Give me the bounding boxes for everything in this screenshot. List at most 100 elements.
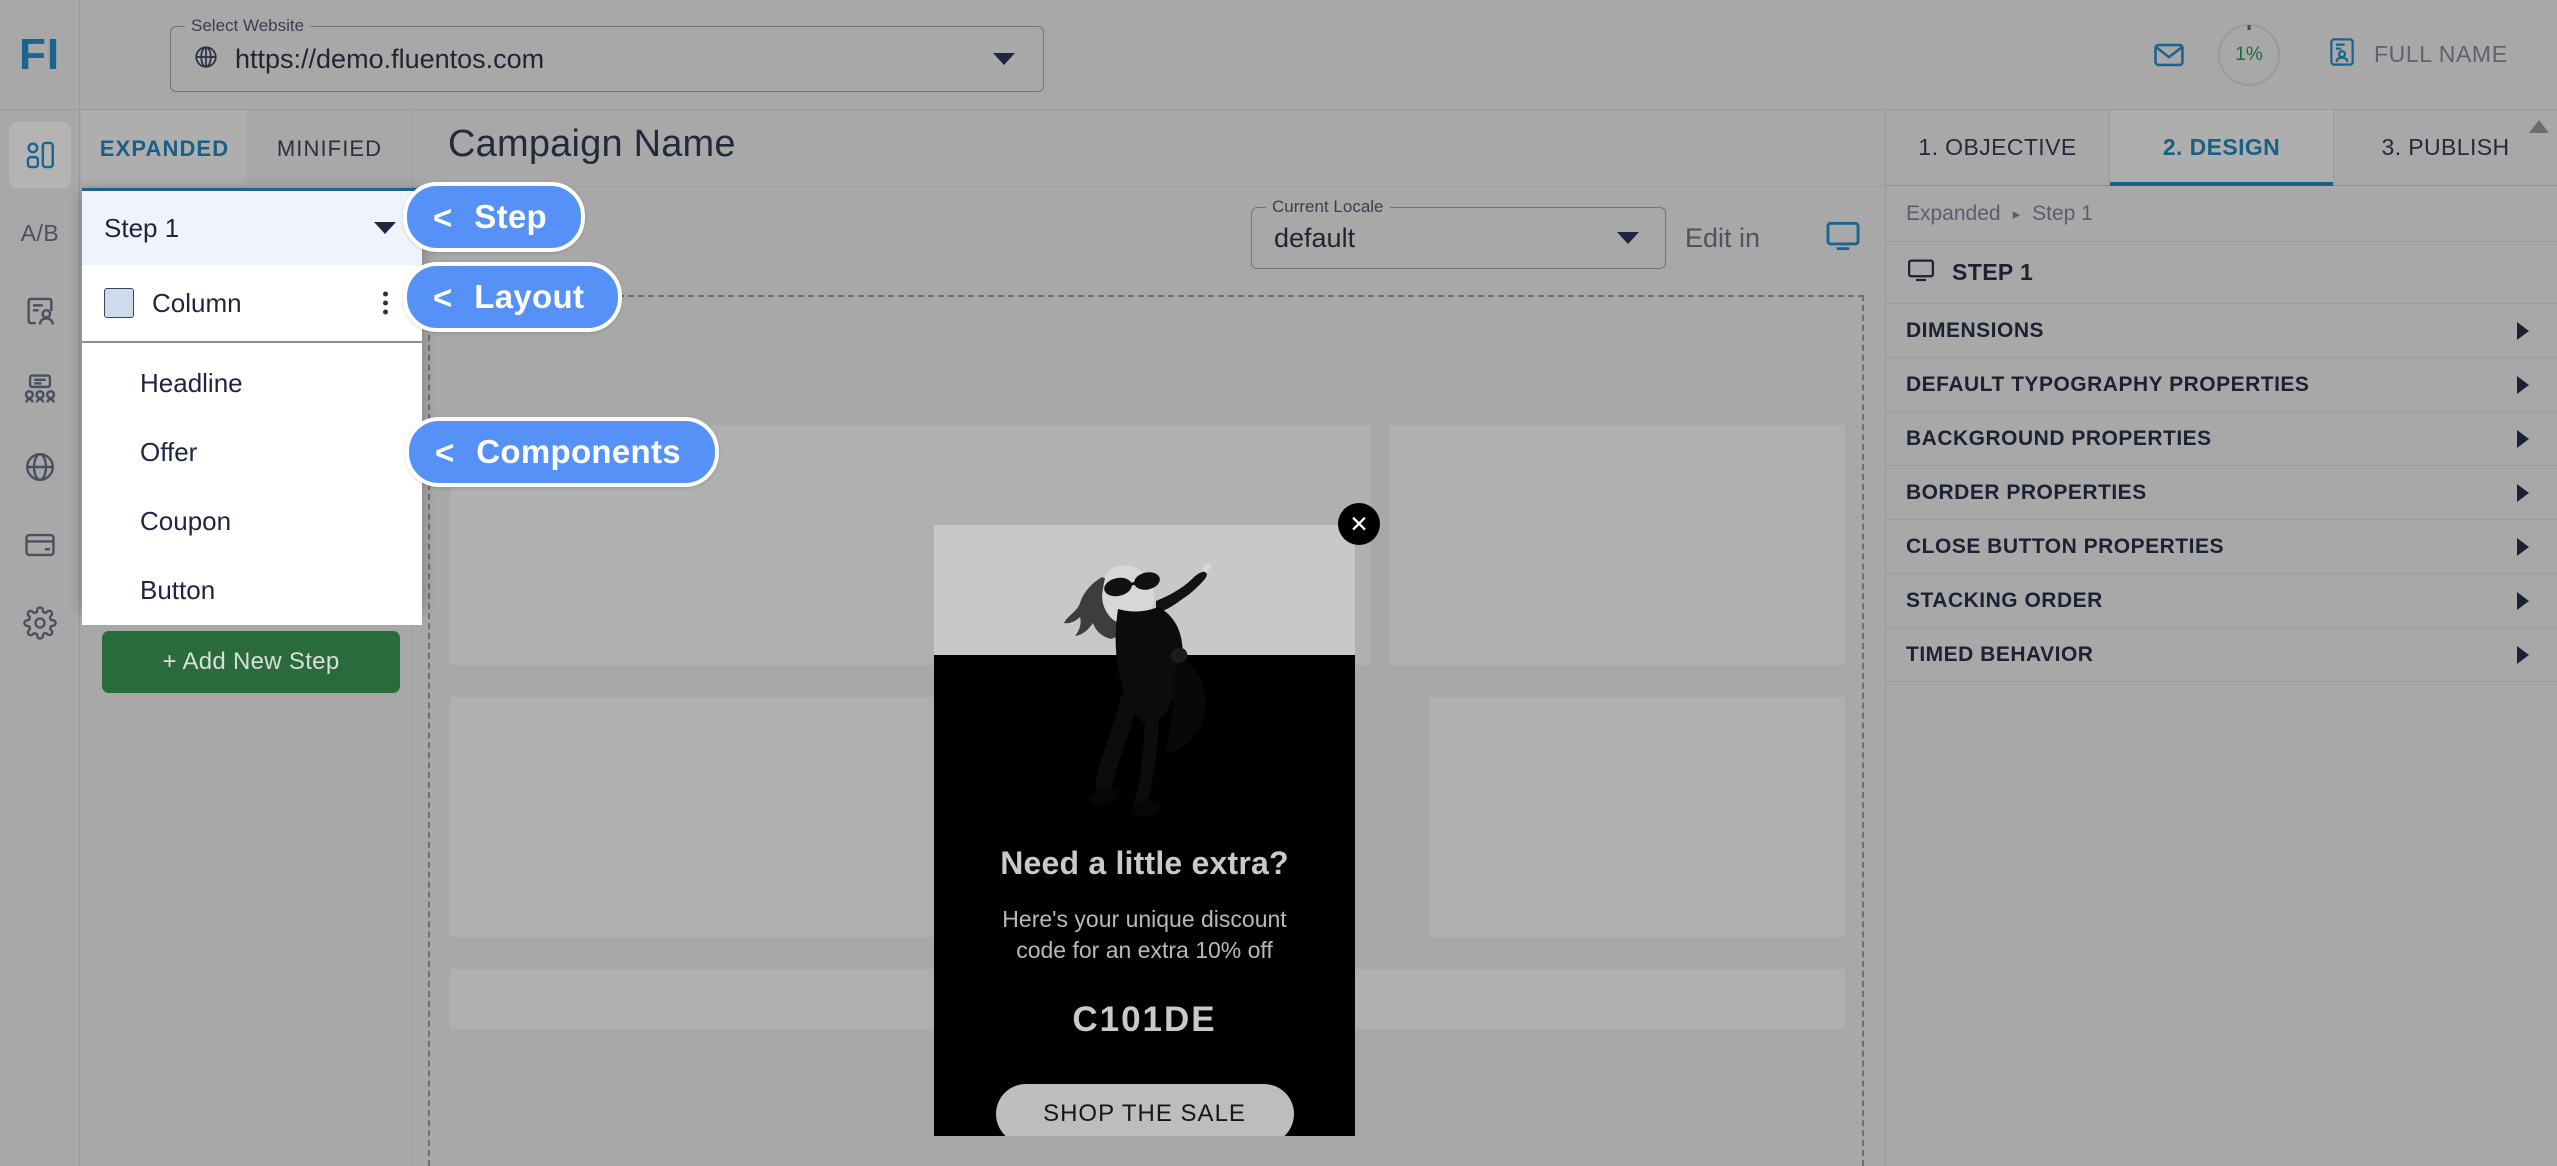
step-select-value: Step 1 bbox=[104, 212, 180, 243]
add-new-step-button[interactable]: + Add New Step bbox=[102, 631, 400, 693]
close-icon[interactable]: ✕ bbox=[1338, 503, 1380, 545]
sidebar-item-ab-test[interactable]: A/B bbox=[0, 200, 80, 266]
edit-in-label: Edit in bbox=[1685, 223, 1761, 253]
chevron-right-icon bbox=[2517, 375, 2529, 394]
breadcrumb-separator: ▸ bbox=[2012, 205, 2021, 223]
progress-tick bbox=[2247, 24, 2251, 30]
chevron-right-icon bbox=[2517, 537, 2529, 556]
component-item-coupon[interactable]: Coupon bbox=[82, 487, 422, 556]
chevron-right-icon bbox=[2517, 321, 2529, 340]
chevron-left-icon: < bbox=[435, 433, 455, 471]
website-select-legend: Select Website bbox=[185, 16, 311, 36]
wizard-tabs: 1. OBJECTIVE 2. DESIGN 3. PUBLISH bbox=[1886, 110, 2557, 186]
callout-label: Layout bbox=[474, 278, 585, 315]
gear-icon bbox=[23, 606, 57, 640]
component-item-offer[interactable]: Offer bbox=[82, 418, 422, 487]
sidebar-item-billing[interactable] bbox=[0, 512, 80, 578]
section-label: DIMENSIONS bbox=[1906, 318, 2045, 342]
layer-item-label: Column bbox=[152, 287, 242, 318]
section-label: CLOSE BUTTON PROPERTIES bbox=[1906, 534, 2224, 558]
tab-minified[interactable]: MINIFIED bbox=[247, 111, 412, 186]
step-select[interactable]: Step 1 bbox=[82, 191, 422, 265]
component-item-label: Button bbox=[140, 575, 216, 605]
model-photo bbox=[1064, 563, 1212, 818]
desktop-view-button[interactable] bbox=[1824, 217, 1862, 260]
section-dimensions[interactable]: DIMENSIONS bbox=[1886, 304, 2557, 358]
chevron-right-icon bbox=[2517, 483, 2529, 502]
sidebar-item-segments[interactable] bbox=[0, 356, 80, 422]
section-default-typography-properties[interactable]: DEFAULT TYPOGRAPHY PROPERTIES bbox=[1886, 358, 2557, 412]
chevron-down-icon[interactable] bbox=[374, 222, 396, 234]
section-border-properties[interactable]: BORDER PROPERTIES bbox=[1886, 466, 2557, 520]
tab-expanded[interactable]: EXPANDED bbox=[82, 111, 247, 186]
properties-panel: 1. OBJECTIVE 2. DESIGN 3. PUBLISH Expand… bbox=[1885, 110, 2557, 1166]
section-label: TIMED BEHAVIOR bbox=[1906, 642, 2094, 666]
chevron-down-icon[interactable] bbox=[1617, 232, 1639, 244]
locale-select-value: default bbox=[1274, 222, 1356, 253]
callout-label: Step bbox=[474, 198, 547, 235]
section-label: BORDER PROPERTIES bbox=[1906, 480, 2147, 504]
app-logo[interactable]: FI bbox=[0, 0, 79, 110]
tab-design[interactable]: 2. DESIGN bbox=[2109, 110, 2334, 186]
creative-preview[interactable]: Need a little extra? Here's your unique … bbox=[934, 525, 1355, 1136]
step-header: STEP 1 bbox=[1886, 242, 2557, 304]
callout-layout[interactable]: < Layout bbox=[403, 262, 623, 332]
sidebar-item-settings[interactable] bbox=[0, 590, 80, 656]
more-options-icon[interactable] bbox=[383, 291, 388, 315]
header-right: 1% FULL NAME bbox=[1885, 0, 2557, 110]
callout-components[interactable]: < Components bbox=[405, 417, 719, 487]
chevron-right-icon bbox=[2517, 591, 2529, 610]
user-name: FULL NAME bbox=[2374, 41, 2508, 67]
audience-icon bbox=[23, 294, 57, 328]
creative-subtext: Here's your unique discount code for an … bbox=[1002, 906, 1287, 964]
creative-cta-button[interactable]: SHOP THE SALE bbox=[995, 1084, 1294, 1136]
app-logo-text: FI bbox=[18, 29, 61, 79]
component-item-label: Headline bbox=[140, 368, 243, 398]
sidebar-item-campaigns[interactable] bbox=[9, 122, 71, 188]
chevron-down-icon[interactable] bbox=[993, 53, 1015, 65]
chevron-left-icon: < bbox=[433, 198, 453, 236]
section-label: DEFAULT TYPOGRAPHY PROPERTIES bbox=[1906, 372, 2310, 396]
component-item-headline[interactable]: Headline bbox=[82, 349, 422, 418]
breadcrumb-current: Step 1 bbox=[2032, 201, 2093, 225]
locale-select-legend: Current Locale bbox=[1266, 197, 1390, 217]
chevron-right-icon bbox=[2517, 645, 2529, 664]
sidebar-item-sites[interactable] bbox=[0, 434, 80, 500]
callout-label: Components bbox=[476, 433, 681, 470]
desktop-icon bbox=[1824, 221, 1862, 259]
callout-step[interactable]: < Step bbox=[403, 182, 585, 252]
ab-test-icon: A/B bbox=[20, 219, 60, 246]
tab-objective[interactable]: 1. OBJECTIVE bbox=[1886, 110, 2109, 185]
section-label: STACKING ORDER bbox=[1906, 588, 2103, 612]
section-close-button-properties[interactable]: CLOSE BUTTON PROPERTIES bbox=[1886, 520, 2557, 574]
layers-popup: Step 1 Column Headline Offer Coupon Butt… bbox=[82, 188, 422, 625]
component-item-button[interactable]: Button bbox=[82, 556, 422, 625]
desktop-icon bbox=[1906, 255, 1936, 290]
breadcrumb: Expanded ▸ Step 1 bbox=[1886, 186, 2557, 242]
canvas-toolbar: Current Locale default Edit in bbox=[413, 187, 1941, 293]
progress-percent: 1% bbox=[2235, 43, 2263, 65]
canvas-placeholder-block bbox=[450, 697, 950, 937]
top-bar: Select Website https://demo.fluentos.com bbox=[80, 0, 1884, 110]
editor-view-tabs: EXPANDED MINIFIED bbox=[82, 111, 412, 186]
sidebar-item-audience[interactable] bbox=[0, 278, 80, 344]
website-select[interactable]: Select Website https://demo.fluentos.com bbox=[170, 16, 1044, 92]
left-icon-rail: FI A/B bbox=[0, 0, 80, 1166]
tab-publish[interactable]: 3. PUBLISH bbox=[2334, 110, 2557, 185]
completion-progress-ring[interactable]: 1% bbox=[2218, 23, 2280, 86]
layer-item-column[interactable]: Column bbox=[82, 265, 422, 343]
globe-icon bbox=[193, 44, 219, 75]
section-background-properties[interactable]: BACKGROUND PROPERTIES bbox=[1886, 412, 2557, 466]
website-select-value: https://demo.fluentos.com bbox=[235, 43, 545, 74]
section-timed-behavior[interactable]: TIMED BEHAVIOR bbox=[1886, 628, 2557, 682]
section-stacking-order[interactable]: STACKING ORDER bbox=[1886, 574, 2557, 628]
user-account[interactable]: FULL NAME bbox=[2326, 36, 2508, 73]
section-label: BACKGROUND PROPERTIES bbox=[1906, 426, 2212, 450]
component-item-label: Offer bbox=[140, 437, 198, 467]
locale-select[interactable]: Current Locale default bbox=[1251, 197, 1666, 269]
layer-color-swatch bbox=[104, 288, 134, 318]
breadcrumb-root[interactable]: Expanded bbox=[1906, 202, 2001, 226]
mail-icon[interactable] bbox=[2140, 26, 2198, 84]
app-root: FI A/B Select Website https://demo.fluen… bbox=[0, 0, 2557, 1166]
globe-icon bbox=[23, 450, 57, 484]
